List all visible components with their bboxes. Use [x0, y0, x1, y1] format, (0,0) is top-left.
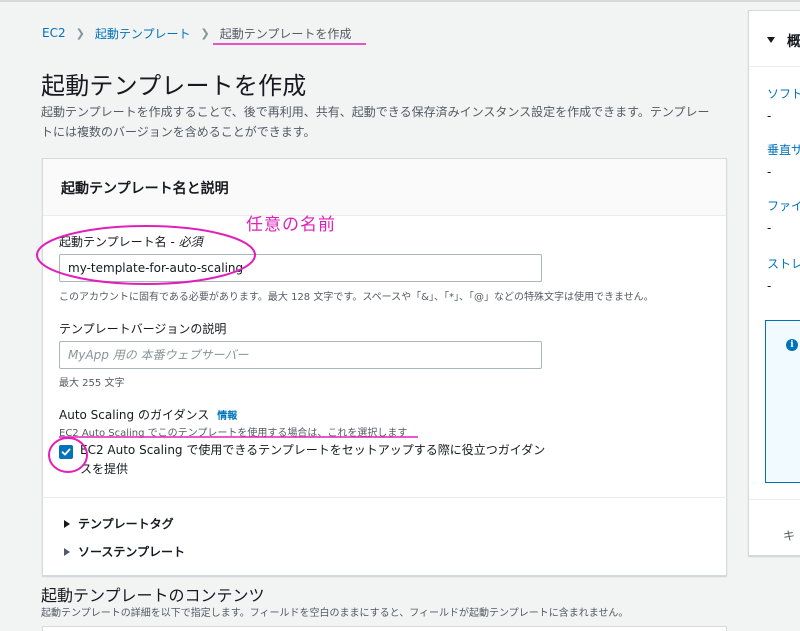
summary-panel-header[interactable]: 概	[749, 11, 800, 67]
auto-scaling-guidance-checkbox-label[interactable]: EC2 Auto Scaling で使用できるテンプレートをセットアップする際に…	[80, 441, 550, 479]
template-name-input[interactable]: my-template-for-auto-scaling	[59, 254, 542, 282]
summary-storage-value: -	[767, 279, 772, 293]
summary-info-box: i	[765, 320, 800, 483]
summary-divider	[749, 499, 800, 500]
summary-storage-link[interactable]: ストレ	[767, 255, 800, 272]
chevron-right-icon: ❯	[200, 26, 210, 40]
source-template-expander[interactable]: ソーステンプレート	[64, 543, 185, 560]
card-divider	[42, 497, 727, 498]
info-icon: i	[786, 339, 798, 351]
template-version-input[interactable]: MyApp 用の 本番ウェブサーバー	[59, 341, 542, 369]
contents-card	[42, 626, 727, 631]
cancel-button[interactable]: キ	[783, 527, 795, 544]
template-name-label-text: 起動テンプレート名 -	[59, 235, 179, 249]
template-tags-expander[interactable]: テンプレートタグ	[64, 515, 174, 532]
template-tags-label: テンプレートタグ	[78, 517, 174, 531]
breadcrumb-ec2-link[interactable]: EC2	[42, 26, 66, 40]
source-template-label: ソーステンプレート	[78, 545, 186, 559]
launch-template-contents-description: 起動テンプレートの詳細を以下で指定します。フィールドを空白のままにすると、フィー…	[41, 608, 629, 619]
caret-down-icon	[767, 37, 775, 43]
breadcrumb: EC2 ❯ 起動テンプレート ❯ 起動テンプレートを作成	[42, 24, 351, 42]
breadcrumb-launch-templates-link[interactable]: 起動テンプレート	[95, 25, 191, 42]
caret-right-icon	[64, 547, 70, 556]
auto-scaling-guidance-label: Auto Scaling のガイダンス 情報	[59, 406, 237, 423]
summary-panel-title: 概	[787, 34, 800, 50]
auto-scaling-guidance-label-text: Auto Scaling のガイダンス	[59, 408, 210, 422]
summary-panel: 概 ソフト - 垂直サ - ファイ - ストレ - i キ	[748, 10, 800, 556]
template-name-label: 起動テンプレート名 - 必須	[59, 233, 203, 250]
required-marker: 必須	[178, 235, 203, 249]
summary-software-value: -	[767, 109, 772, 123]
template-name-hint: このアカウントに固有である必要があります。最大 128 文字です。スペースや「&…	[59, 292, 654, 303]
page-title: 起動テンプレートを作成	[41, 72, 307, 100]
auto-scaling-guidance-checkbox[interactable]	[59, 445, 73, 459]
annotation-note: 任意の名前	[246, 215, 336, 235]
chevron-right-icon: ❯	[75, 26, 85, 40]
top-border	[0, 0, 800, 2]
card-title: 起動テンプレート名と説明	[61, 181, 229, 197]
summary-software-link[interactable]: ソフト	[767, 85, 800, 102]
info-link[interactable]: 情報	[217, 411, 237, 422]
template-version-label: テンプレートバージョンの説明	[59, 322, 227, 336]
card-header: 起動テンプレート名と説明	[43, 159, 726, 216]
summary-vertical-value: -	[767, 165, 772, 179]
summary-file-value: -	[767, 221, 772, 235]
breadcrumb-current: 起動テンプレートを作成	[219, 26, 352, 41]
summary-vertical-link[interactable]: 垂直サ	[767, 141, 800, 158]
summary-file-link[interactable]: ファイ	[767, 197, 800, 214]
template-version-hint: 最大 255 文字	[59, 378, 125, 389]
checkmark-icon	[61, 448, 71, 456]
caret-right-icon	[64, 519, 70, 528]
auto-scaling-guidance-description: EC2 Auto Scaling でこのテンプレートを使用する場合は、これを選択…	[59, 428, 408, 439]
page-description: 起動テンプレートを作成することで、後で再利用、共有、起動できる保存済みインスタン…	[41, 105, 710, 139]
launch-template-contents-title: 起動テンプレートのコンテンツ	[41, 586, 265, 605]
